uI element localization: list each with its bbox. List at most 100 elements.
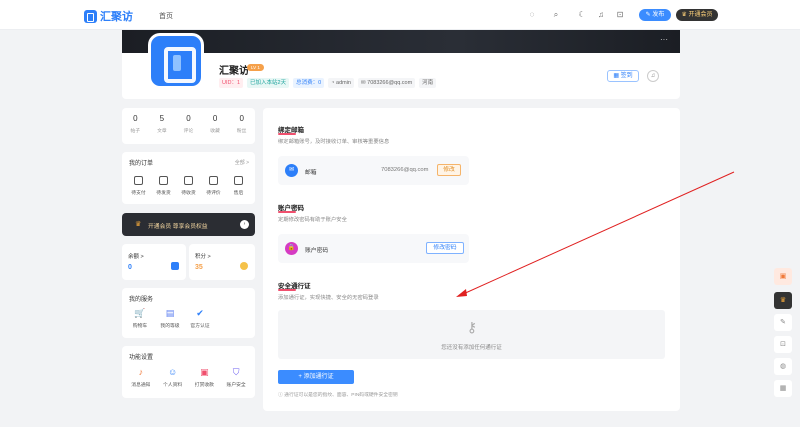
more-icon[interactable]: ···	[660, 35, 668, 44]
chart-icon: ▤	[165, 308, 175, 318]
orders-grid: 待支付 待发货 待收货 待评价 售后	[126, 176, 251, 196]
settings-title: 功能设置	[129, 355, 154, 361]
points-card[interactable]: 积分 > 35	[189, 244, 255, 280]
orders-all-link[interactable]: 全部 >	[235, 159, 249, 166]
service-level[interactable]: ▤ 我的等级	[155, 308, 185, 329]
avatar[interactable]	[148, 33, 204, 89]
stat-favorites[interactable]: 0 收藏	[202, 108, 229, 144]
setting-label: 账户安全	[226, 383, 246, 388]
balance-value: 0	[128, 264, 132, 271]
setting-profile[interactable]: ☺ 个人资料	[157, 367, 189, 388]
cart-icon[interactable]: ⊡	[615, 10, 625, 20]
setting-security[interactable]: ⛉ 账户安全	[220, 367, 252, 388]
bell-icon: ♪	[138, 367, 144, 377]
order-to-ship[interactable]: 待发货	[151, 176, 176, 196]
order-label: 待评价	[206, 191, 221, 196]
location-tag: 河南	[419, 78, 437, 88]
bell-icon[interactable]: ♫	[596, 10, 606, 20]
wallet-icon	[134, 176, 143, 185]
email-value: 7083266@qq.com	[381, 167, 429, 173]
level-badge: LV 1	[247, 64, 264, 71]
passkey-hint: ⓘ 通行证可以是您的指纹、面容、PIN码或硬件安全密钥	[278, 393, 398, 398]
services-card: 我的服务 🛒 购物车 ▤ 我的等级 ✔ 官方认证	[122, 288, 255, 338]
vip-promo-bar[interactable]: ♛ 开通会员 尊享会员权益 ›	[122, 213, 255, 236]
bulb-icon[interactable]: ◌	[527, 10, 537, 20]
stat-label: 帖子	[130, 129, 141, 134]
publish-button[interactable]: ✎ 发布	[639, 9, 671, 21]
sign-label: 签到	[620, 73, 633, 79]
edit-float-icon[interactable]: ✎	[774, 314, 792, 331]
email-label: 邮箱	[305, 170, 317, 176]
nav-home-link[interactable]: 首页	[159, 11, 173, 21]
spend-tag: 总消费：0	[293, 78, 325, 88]
setting-reward[interactable]: ▣ 打赏收款	[189, 367, 221, 388]
stats-card: 0 帖子 5 文章 0 评论 0 收藏 0 粉丝	[122, 108, 255, 144]
cart-float-icon[interactable]: ⊡	[774, 336, 792, 353]
truck-icon	[184, 176, 193, 185]
points-value: 35	[195, 264, 203, 271]
stat-posts[interactable]: 0 帖子	[122, 108, 149, 144]
setting-label: 个人资料	[163, 383, 183, 388]
site-logo[interactable]: 汇聚访	[84, 8, 133, 24]
role-text: admin	[336, 80, 351, 86]
add-passkey-button[interactable]: + 添加通行证	[278, 370, 354, 384]
stat-comments[interactable]: 0 评论	[175, 108, 202, 144]
stat-label: 评论	[183, 129, 194, 134]
stat-value: 0	[212, 114, 218, 123]
uid-tag: UID：1	[219, 78, 244, 88]
service-verify[interactable]: ✔ 官方认证	[185, 308, 215, 329]
brand-name: 汇聚访	[100, 11, 133, 23]
service-cart[interactable]: 🛒 购物车	[125, 308, 155, 329]
edit-email-button[interactable]: 修改	[437, 164, 461, 176]
comment-icon	[209, 176, 218, 185]
arrow-right-icon: ›	[240, 220, 249, 229]
username: 汇聚访	[219, 66, 249, 77]
balance-label: 余额 >	[128, 254, 144, 260]
points-label: 积分 >	[195, 254, 211, 260]
services-grid: 🛒 购物车 ▤ 我的等级 ✔ 官方认证	[125, 308, 215, 329]
change-password-button[interactable]: 修改密码	[426, 242, 464, 254]
moon-icon[interactable]: ☾	[577, 10, 587, 20]
qrcode-float-icon[interactable]: ▦	[774, 380, 792, 397]
stat-fans[interactable]: 0 粉丝	[228, 108, 255, 144]
mail-icon: ✉	[285, 164, 298, 177]
crown-float-icon[interactable]: ♛	[774, 292, 792, 309]
orders-card: 我的订单 全部 > 待支付 待发货 待收货 待评价 售后	[122, 152, 255, 204]
email-row: ✉ 邮箱 7083266@qq.com 修改	[278, 156, 469, 185]
cart-icon: 🛒	[134, 308, 146, 318]
service-label: 购物车	[132, 324, 148, 329]
setting-label: 消息通知	[131, 383, 151, 388]
wechat-float-icon[interactable]: ◍	[774, 358, 792, 375]
service-label: 官方认证	[190, 324, 210, 329]
logo-icon	[84, 9, 97, 23]
key-icon: ⚷	[466, 319, 478, 335]
vip-promo-text: 开通会员 尊享会员权益	[148, 224, 208, 230]
setting-label: 打赏收款	[194, 383, 214, 388]
setting-notifications[interactable]: ♪ 消息通知	[125, 367, 157, 388]
shield-icon: ⛉	[232, 367, 240, 377]
stat-label: 文章	[157, 129, 167, 134]
email-section-desc: 绑定邮箱账号，及时接收订单、审核等重要信息	[278, 139, 390, 145]
order-after-sale[interactable]: 售后	[226, 176, 251, 196]
verified-icon: ✔	[196, 308, 204, 318]
refund-icon	[234, 176, 243, 185]
stat-articles[interactable]: 5 文章	[149, 108, 176, 144]
vip-button[interactable]: ♛ 开通会员	[676, 9, 718, 21]
gift-float-icon[interactable]: ▣	[774, 268, 792, 285]
order-pending-pay[interactable]: 待支付	[126, 176, 151, 196]
profile-card	[122, 53, 680, 99]
password-section-desc: 定期修改密码有助于账户安全	[278, 217, 347, 223]
box-icon	[159, 176, 168, 185]
passkey-section-desc: 添加通行证，实现快捷、安全的无密码登录	[278, 295, 379, 301]
title-underline	[278, 289, 296, 291]
search-icon[interactable]: ⌕	[551, 10, 561, 20]
order-label: 待发货	[156, 191, 171, 196]
balance-card[interactable]: 余额 > 0	[122, 244, 186, 280]
stat-value: 5	[159, 114, 165, 123]
sign-in-button[interactable]: ▦ 签到	[607, 70, 639, 82]
stat-value: 0	[186, 114, 191, 123]
order-label: 待收货	[181, 191, 196, 196]
order-to-receive[interactable]: 待收货	[176, 176, 201, 196]
notification-bell-icon[interactable]: ♫	[647, 70, 659, 82]
order-to-review[interactable]: 待评价	[201, 176, 226, 196]
